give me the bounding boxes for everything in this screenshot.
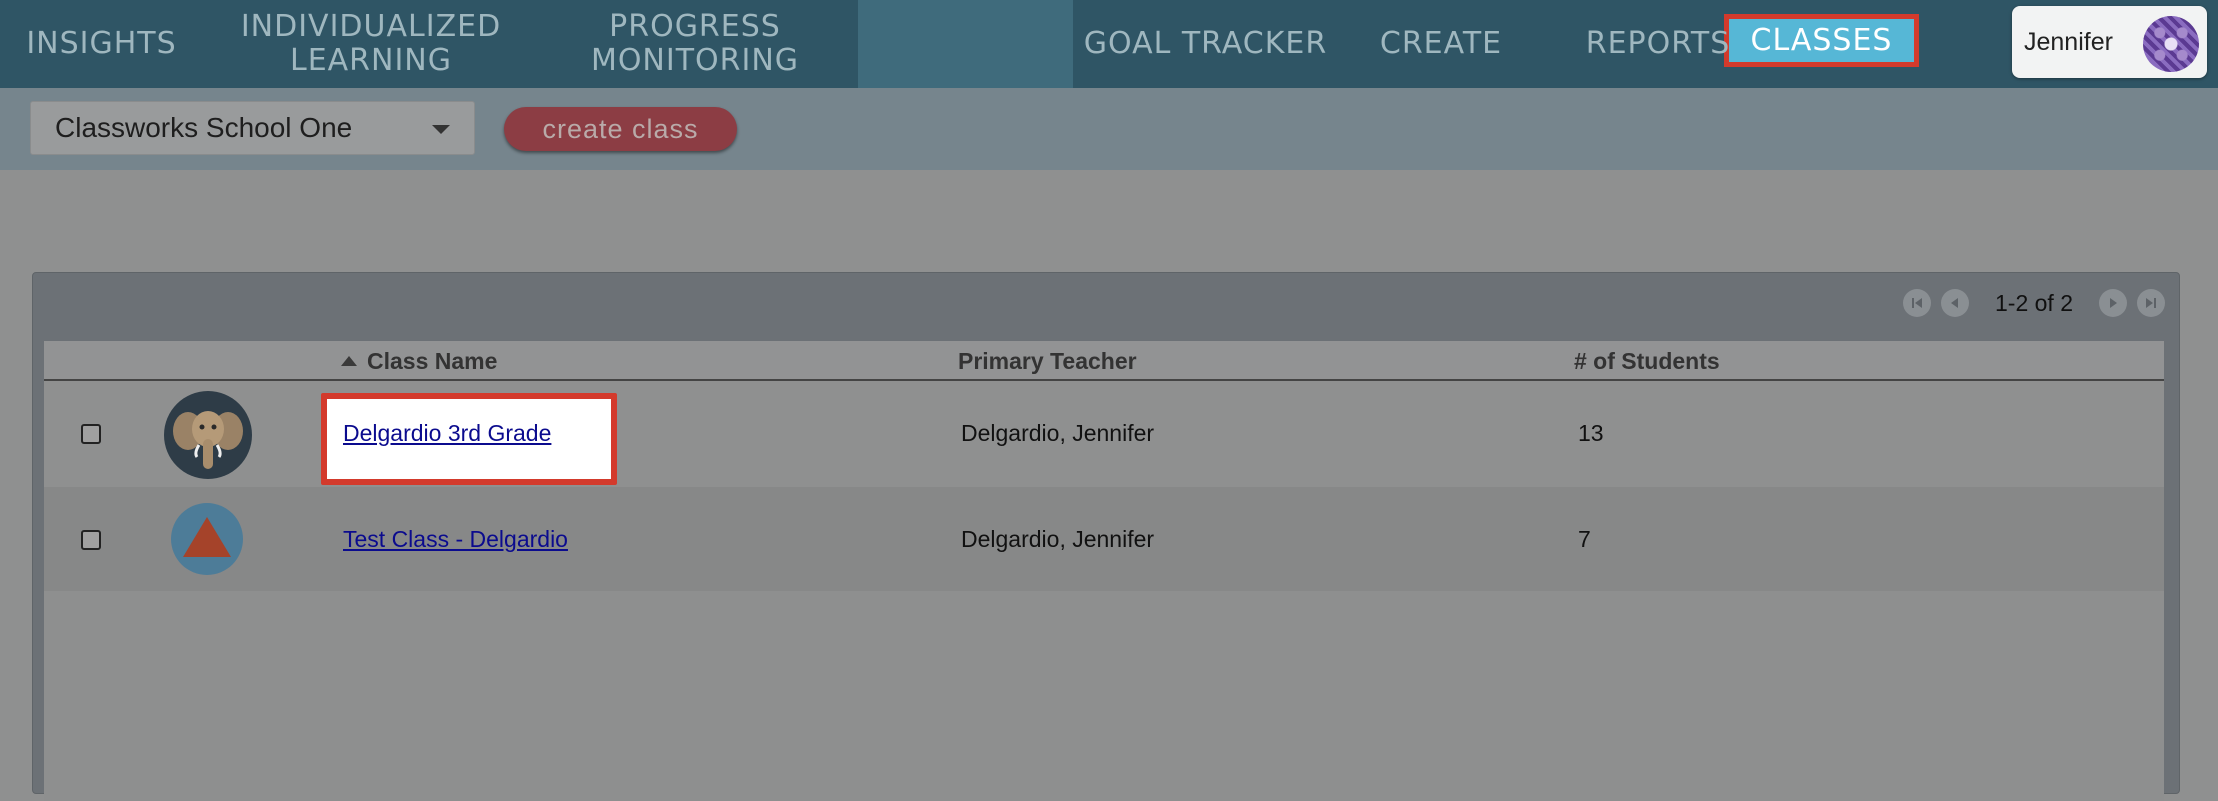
nav-progress-monitoring[interactable]: PROGRESS MONITORING (555, 0, 835, 88)
next-page-icon (2110, 298, 2117, 308)
last-page-icon (2146, 298, 2156, 308)
user-name: Jennifer (2024, 27, 2113, 56)
nav-goal-tracker[interactable]: GOAL TRACKER (1073, 0, 1338, 88)
table-row: Delgardio 3rd Grade Delgardio, Jennifer … (44, 381, 2164, 487)
elephant-icon (164, 391, 252, 479)
chevron-down-icon (432, 125, 450, 134)
class-toolbar: Classworks School One create class (0, 88, 2218, 170)
pagination: 1-2 of 2 (1903, 287, 2165, 319)
nav-classes[interactable]: CLASSES (858, 0, 1919, 88)
classes-table: Class Name Primary Teacher # of Students (44, 341, 2164, 801)
class-link-test-class-delgardio[interactable]: Test Class - Delgardio (343, 526, 568, 553)
prev-page-icon (1951, 298, 1958, 308)
nav-create[interactable]: CREATE (1356, 0, 1526, 88)
column-header-primary-teacher[interactable]: Primary Teacher (958, 348, 1137, 375)
student-count-cell: 7 (1578, 526, 1591, 552)
class-link-delgardio-3rd-grade[interactable]: Delgardio 3rd Grade (343, 420, 551, 447)
top-navigation: INSIGHTS INDIVIDUALIZED LEARNING PROGRES… (0, 0, 2218, 88)
student-count-cell: 13 (1578, 420, 1604, 446)
next-page-button[interactable] (2099, 289, 2127, 317)
classes-table-panel: 1-2 of 2 Class Name Primary Teacher # of… (32, 272, 2180, 801)
first-page-button[interactable] (1903, 289, 1931, 317)
school-select[interactable]: Classworks School One (30, 101, 475, 155)
user-menu-button[interactable]: Jennifer (2012, 6, 2207, 78)
column-header-class-name-label: Class Name (367, 348, 498, 374)
nav-reports[interactable]: REPORTS (1560, 0, 1756, 88)
prev-page-button[interactable] (1941, 289, 1969, 317)
table-header: Class Name Primary Teacher # of Students (44, 341, 2164, 381)
school-select-value: Classworks School One (55, 112, 353, 143)
sort-ascending-icon (341, 356, 357, 366)
primary-teacher-cell: Delgardio, Jennifer (961, 420, 1155, 446)
row-checkbox[interactable] (81, 530, 101, 550)
row-checkbox[interactable] (81, 424, 101, 444)
column-header-class-name[interactable]: Class Name (341, 348, 497, 375)
table-row: Test Class - Delgardio Delgardio, Jennif… (44, 487, 2164, 591)
nav-individualized-learning[interactable]: INDIVIDUALIZED LEARNING (223, 0, 519, 88)
nav-insights[interactable]: INSIGHTS (0, 0, 203, 88)
last-page-button[interactable] (2137, 289, 2165, 317)
column-header-students[interactable]: # of Students (1574, 348, 1720, 375)
user-avatar-icon (2143, 16, 2199, 72)
pagination-text: 1-2 of 2 (1995, 289, 2073, 316)
triangle-icon (171, 503, 243, 575)
primary-teacher-cell: Delgardio, Jennifer (961, 526, 1155, 552)
create-class-button[interactable]: create class (504, 107, 737, 151)
first-page-icon (1912, 298, 1922, 308)
